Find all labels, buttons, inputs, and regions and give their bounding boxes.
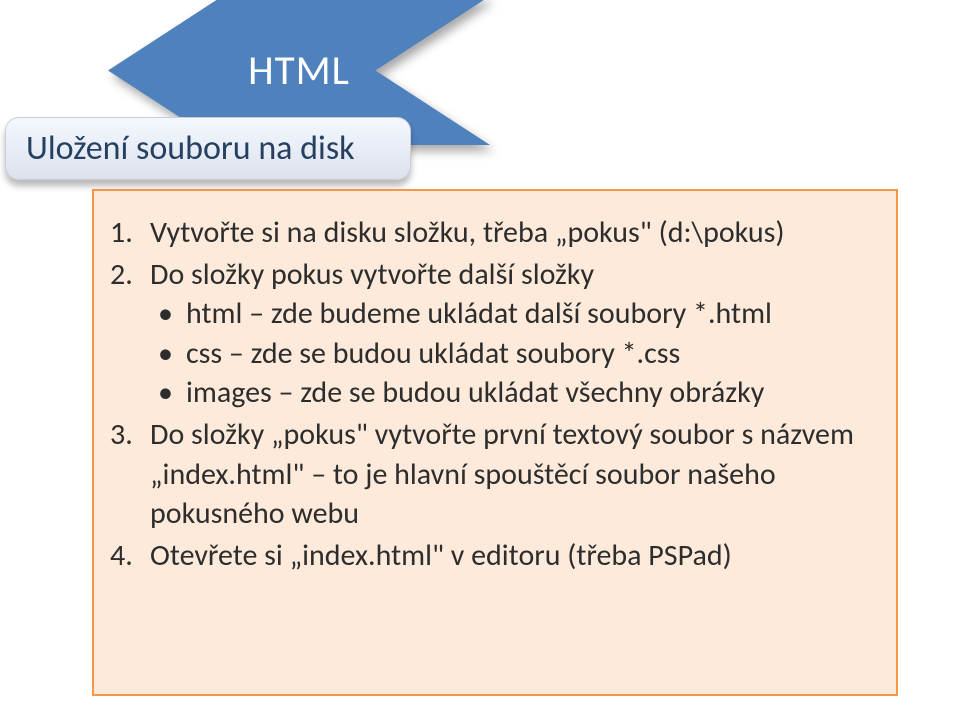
list-item-text: Do složky pokus vytvořte další složky bbox=[150, 256, 594, 293]
list-item-text: Otevřete si „index.html" v editoru (třeb… bbox=[150, 537, 732, 574]
list-item: Otevřete si „index.html" v editoru (třeb… bbox=[150, 536, 872, 576]
list-item: Do složky pokus vytvořte další složky ht… bbox=[150, 255, 872, 413]
content-panel: Vytvořte si na disku složku, třeba „poku… bbox=[92, 189, 898, 696]
list-item: Do složky „pokus" vytvořte první textový… bbox=[150, 415, 872, 534]
arrow-label: HTML bbox=[248, 46, 350, 96]
slide-title: Uložení souboru na disk bbox=[26, 128, 355, 169]
sub-list-item: html – zde budeme ukládat další soubory … bbox=[186, 294, 872, 334]
title-box: Uložení souboru na disk bbox=[5, 117, 411, 180]
sub-list-item: css – zde se budou ukládat soubory *.css bbox=[186, 334, 872, 374]
sub-list: html – zde budeme ukládat další soubory … bbox=[150, 294, 872, 413]
slide: HTML Uložení souboru na disk Vytvořte si… bbox=[0, 0, 960, 720]
list-item-text: Vytvořte si na disku složku, třeba „poku… bbox=[150, 214, 785, 251]
list-item: Vytvořte si na disku složku, třeba „poku… bbox=[150, 213, 872, 253]
list-item-text: Do složky „pokus" vytvořte první textový… bbox=[150, 416, 854, 532]
numbered-list: Vytvořte si na disku složku, třeba „poku… bbox=[150, 213, 872, 575]
sub-list-item: images – zde se budou ukládat všechny ob… bbox=[186, 373, 872, 413]
